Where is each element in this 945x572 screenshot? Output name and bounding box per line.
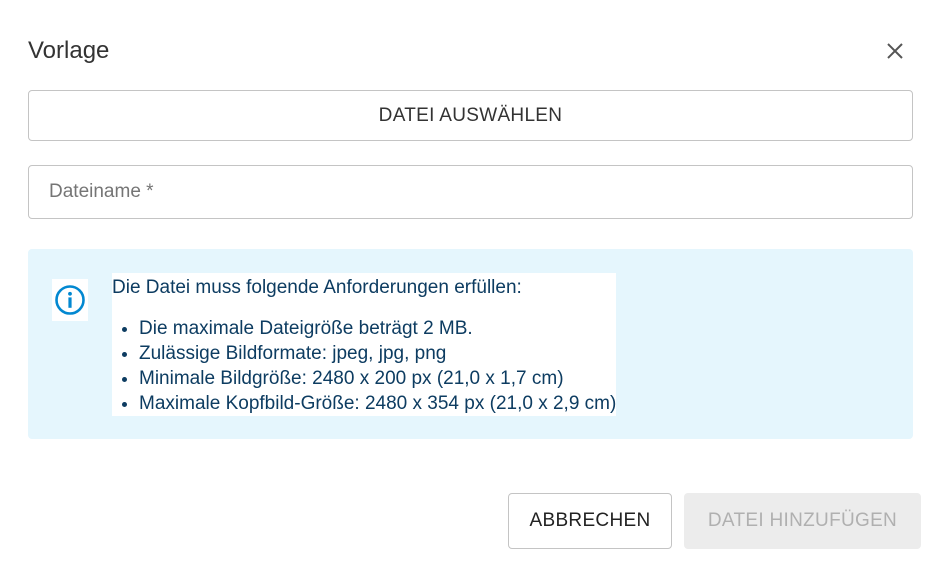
list-item: Minimale Bildgröße: 2480 x 200 px (21,0 …	[139, 366, 616, 391]
requirements-list: Die maximale Dateigröße beträgt 2 MB. Zu…	[112, 316, 616, 416]
info-alert: Die Datei muss folgende Anforderungen er…	[28, 249, 913, 439]
info-icon	[55, 285, 85, 315]
info-icon-container	[52, 279, 88, 321]
list-item: Zulässige Bildformate: jpeg, jpg, png	[139, 341, 616, 366]
close-icon	[887, 43, 903, 59]
info-heading: Die Datei muss folgende Anforderungen er…	[112, 277, 522, 298]
filename-input[interactable]	[29, 166, 912, 218]
add-file-button[interactable]: DATEI HINZUFÜGEN	[684, 493, 921, 549]
dialog-title: Vorlage	[28, 37, 110, 64]
list-item: Die maximale Dateigröße beträgt 2 MB.	[139, 316, 616, 341]
filename-field	[28, 165, 913, 219]
cancel-button[interactable]: ABBRECHEN	[508, 493, 672, 549]
close-button[interactable]	[880, 36, 910, 66]
list-item: Maximale Kopfbild-Größe: 2480 x 354 px (…	[139, 391, 616, 416]
info-content: Die Datei muss folgende Anforderungen er…	[112, 273, 617, 416]
select-file-button[interactable]: DATEI AUSWÄHLEN	[28, 90, 913, 141]
template-dialog: Vorlage DATEI AUSWÄHLEN Die Datei muss f…	[0, 0, 945, 572]
